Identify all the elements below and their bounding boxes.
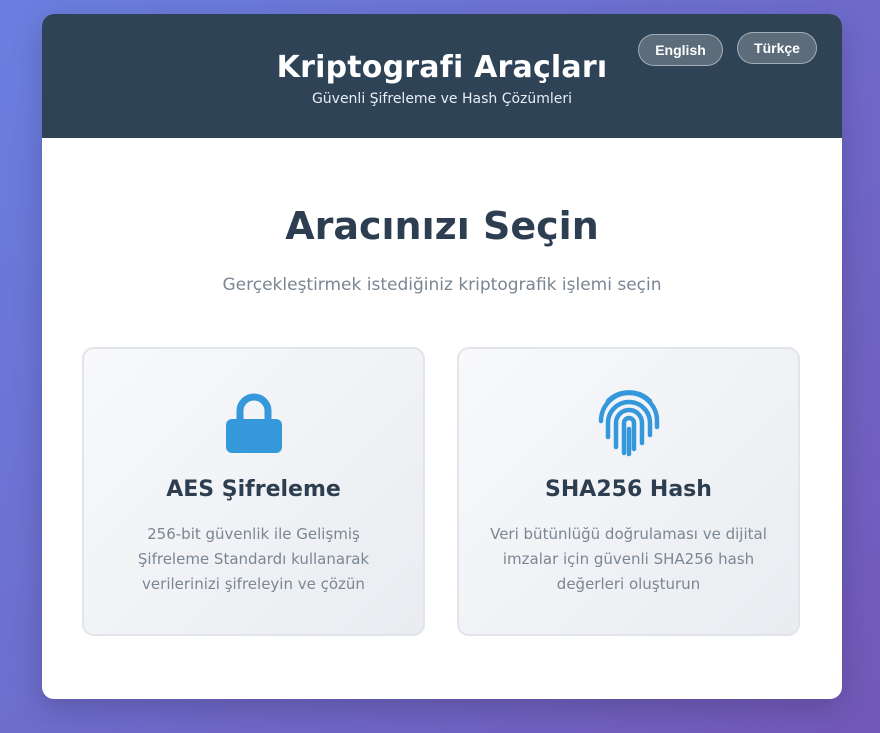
page-subtitle: Gerçekleştirmek istediğiniz kriptografik… <box>222 275 662 295</box>
header: Kriptografi Araçları Güvenli Şifreleme v… <box>42 14 842 138</box>
sha256-card-description: Veri bütünlüğü doğrulaması ve dijital im… <box>490 525 767 593</box>
language-turkish-button[interactable]: Türkçe <box>737 32 817 64</box>
fingerprint-icon <box>598 390 659 457</box>
aes-card-description: 256-bit güvenlik ile Gelişmiş Şifreleme … <box>137 525 370 593</box>
app-subtitle: Güvenli Şifreleme ve Hash Çözümleri <box>311 91 573 107</box>
sha256-card-title: SHA256 Hash <box>545 477 712 502</box>
page-title: Aracınızı Seçin <box>285 204 599 248</box>
app-card: Kriptografi Araçları Güvenli Şifreleme v… <box>42 14 842 699</box>
sha256-tool-card[interactable]: SHA256 Hash Veri bütünlüğü doğrulaması v… <box>457 347 800 636</box>
aes-card-title: AES Şifreleme <box>166 477 341 502</box>
language-english-button[interactable]: English <box>638 34 723 66</box>
aes-tool-card[interactable]: AES Şifreleme 256-bit güvenlik ile Geliş… <box>82 347 425 636</box>
lock-icon <box>225 393 282 453</box>
